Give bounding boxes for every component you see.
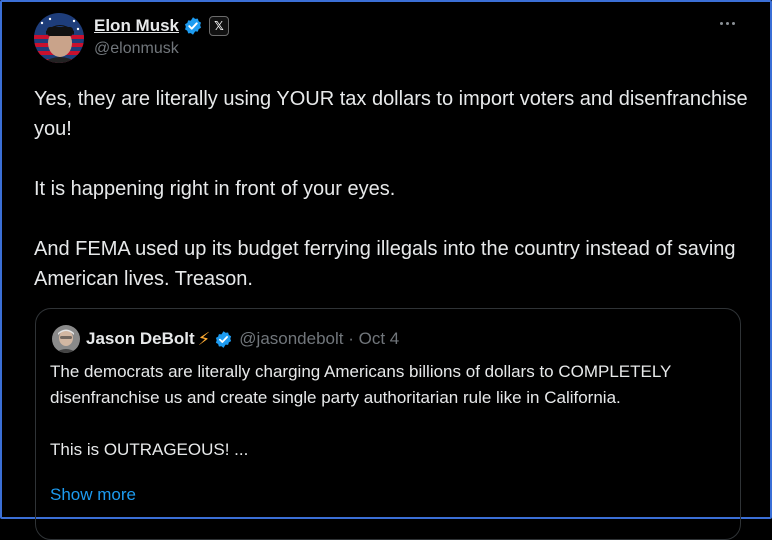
author-row: Elon Musk 𝕏 [94, 14, 230, 38]
author-handle[interactable]: @elonmusk [94, 40, 179, 58]
author-avatar[interactable] [34, 13, 84, 63]
lightning-bolt-icon: ⚡ [197, 328, 211, 349]
quoted-tweet[interactable]: Jason DeBolt ⚡ @jasondebolt · Oct 4 The … [35, 308, 741, 540]
author-name[interactable]: Elon Musk [94, 16, 179, 36]
quoted-author-meta: @jasondebolt · Oct 4 [239, 329, 400, 348]
more-dot [720, 22, 723, 25]
quoted-author-avatar[interactable] [52, 325, 80, 353]
tweet-text: Yes, they are literally using YOUR tax d… [34, 88, 748, 290]
quoted-tweet-text: The democrats are literally charging Ame… [50, 362, 672, 459]
verified-badge-icon [185, 17, 202, 35]
quoted-author-name[interactable]: Jason DeBolt [86, 329, 195, 349]
more-options-icon[interactable] [720, 22, 735, 25]
affiliation-badge-icon[interactable]: 𝕏 [209, 16, 230, 36]
verified-badge-icon [216, 330, 232, 348]
show-more-link[interactable]: Show more [50, 485, 136, 505]
quoted-author-row: Jason DeBolt ⚡ @jasondebolt · Oct 4 [86, 328, 399, 350]
more-dot [726, 22, 729, 25]
more-dot [732, 22, 735, 25]
